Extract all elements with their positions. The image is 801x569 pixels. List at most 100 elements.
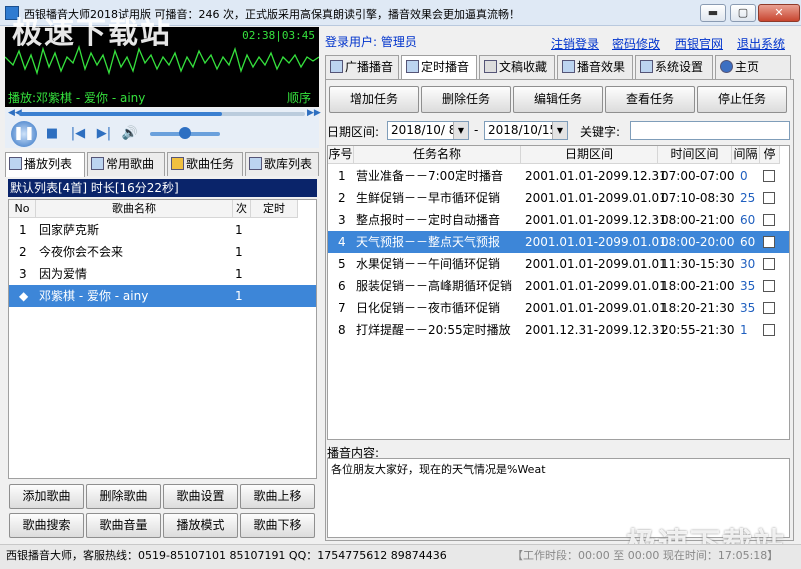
tab-scripts[interactable]: 文稿收藏 bbox=[479, 55, 555, 79]
keyword-input[interactable] bbox=[630, 121, 790, 140]
previous-button[interactable]: |◀ bbox=[67, 123, 89, 145]
task-index: 6 bbox=[338, 279, 346, 293]
date-from-picker[interactable]: 2018/10/ 8 ▼ bbox=[387, 121, 469, 140]
task-index: 7 bbox=[338, 301, 346, 315]
stop-checkbox[interactable] bbox=[763, 192, 775, 204]
tab-scheduled[interactable]: 定时播音 bbox=[401, 55, 477, 80]
task-dates: 2001.01.01-2099.01.01 bbox=[525, 257, 667, 271]
stop-checkbox[interactable] bbox=[763, 258, 775, 270]
list-item[interactable]: 3 因为爱情 1 bbox=[9, 263, 316, 285]
task-dates: 2001.01.01-2099.12.31 bbox=[525, 213, 667, 227]
song-count: 1 bbox=[235, 245, 243, 259]
chevron-down-icon[interactable]: ▼ bbox=[453, 122, 468, 139]
list-item[interactable]: ◆ 邓紫棋 - 爱你 - ainy 1 bbox=[9, 285, 316, 307]
stop-button[interactable]: ■ bbox=[41, 123, 63, 145]
column-song-name[interactable]: 歌曲名称 bbox=[36, 200, 233, 218]
table-row[interactable]: 7 日化促销－－夜市循环促销 2001.01.01-2099.01.01 18:20-… bbox=[328, 297, 789, 319]
tab-effects[interactable]: 播音效果 bbox=[557, 55, 633, 79]
column-date-range[interactable]: 日期区间 bbox=[521, 146, 658, 164]
task-interval: 1 bbox=[740, 323, 748, 337]
column-timing[interactable]: 定时 bbox=[251, 200, 298, 218]
task-index: 3 bbox=[338, 213, 346, 227]
song-index: 1 bbox=[19, 223, 27, 237]
website-link[interactable]: 西银官网 bbox=[675, 35, 723, 52]
tab-playlist[interactable]: 播放列表 bbox=[5, 152, 85, 177]
database-icon bbox=[484, 60, 497, 73]
progress-track[interactable]: ◀◀ ▶▶ bbox=[5, 108, 321, 120]
play-mode[interactable]: 顺序 bbox=[287, 89, 311, 106]
column-interval[interactable]: 间隔 bbox=[732, 146, 760, 164]
delete-song-button[interactable]: 删除歌曲 bbox=[86, 484, 161, 509]
minimize-button[interactable]: ▬ bbox=[700, 4, 726, 22]
status-contact: 西银播音大师，客服热线：0519-85107101 85107191 QQ：17… bbox=[6, 549, 447, 562]
stop-checkbox[interactable] bbox=[763, 170, 775, 182]
forward-icon[interactable]: ▶▶ bbox=[307, 108, 321, 118]
table-row[interactable]: 6 服装促销－－高峰期循环促销 2001.01.01-2099.01.01 18:00… bbox=[328, 275, 789, 297]
song-volume-button[interactable]: 歌曲音量 bbox=[86, 513, 161, 538]
column-count[interactable]: 次 bbox=[233, 200, 251, 218]
table-row[interactable]: 5 水果促销－－午间循环促销 2001.01.01-2099.01.01 11:30-… bbox=[328, 253, 789, 275]
table-row[interactable]: 4 天气预报－－整点天气预报 2001.01.01-2099.01.01 08:00-… bbox=[328, 231, 789, 253]
stop-checkbox[interactable] bbox=[763, 280, 775, 292]
table-row[interactable]: 8 打烊提醒－－20:55定时播放 2001.12.31-2099.12.31 20:… bbox=[328, 319, 789, 341]
task-times: 18:00-21:00 bbox=[661, 279, 735, 293]
task-times: 08:00-21:00 bbox=[661, 213, 735, 227]
column-task-name[interactable]: 任务名称 bbox=[354, 146, 521, 164]
task-index: 8 bbox=[338, 323, 346, 337]
logout-link[interactable]: 注销登录 bbox=[551, 35, 599, 52]
tab-common-songs[interactable]: 常用歌曲 bbox=[87, 152, 165, 176]
tab-settings[interactable]: 系统设置 bbox=[635, 55, 713, 79]
now-playing: 播放:邓紫棋 - 爱你 - ainy bbox=[8, 91, 146, 105]
move-song-down-button[interactable]: 歌曲下移 bbox=[240, 513, 315, 538]
tab-broadcast[interactable]: 广播播音 bbox=[325, 55, 399, 79]
song-index: ◆ bbox=[19, 289, 29, 303]
table-row[interactable]: 2 生鲜促销－－早市循环促销 2001.01.01-2099.01.01 07:10-… bbox=[328, 187, 789, 209]
stop-task-button[interactable]: 停止任务 bbox=[697, 86, 787, 113]
chevron-down-icon[interactable]: ▼ bbox=[552, 122, 567, 139]
task-name: 营业准备－－7:00定时播音 bbox=[356, 169, 503, 183]
tab-home[interactable]: 主页 bbox=[715, 55, 791, 79]
pause-button[interactable]: ❚❚ bbox=[11, 121, 37, 147]
stop-checkbox[interactable] bbox=[763, 324, 775, 336]
next-button[interactable]: ▶| bbox=[93, 123, 115, 145]
tab-library[interactable]: 歌库列表 bbox=[245, 152, 319, 176]
add-task-button[interactable]: 增加任务 bbox=[329, 86, 419, 113]
task-interval: 0 bbox=[740, 169, 748, 183]
move-song-up-button[interactable]: 歌曲上移 bbox=[240, 484, 315, 509]
task-dates: 2001.01.01-2099.01.01 bbox=[525, 279, 667, 293]
song-settings-button[interactable]: 歌曲设置 bbox=[163, 484, 238, 509]
column-no[interactable]: No bbox=[9, 200, 36, 218]
date-to-picker[interactable]: 2018/10/15 ▼ bbox=[484, 121, 568, 140]
search-song-button[interactable]: 歌曲搜索 bbox=[9, 513, 84, 538]
column-stop[interactable]: 停 bbox=[760, 146, 780, 164]
edit-task-button[interactable]: 编辑任务 bbox=[513, 86, 603, 113]
view-task-button[interactable]: 查看任务 bbox=[605, 86, 695, 113]
list-item[interactable]: 1 回家萨克斯 1 bbox=[9, 219, 316, 241]
table-row[interactable]: 3 整点报时－－定时自动播音 2001.01.01-2099.12.31 08:00-… bbox=[328, 209, 789, 231]
change-password-link[interactable]: 密码修改 bbox=[612, 35, 660, 52]
delete-task-button[interactable]: 删除任务 bbox=[421, 86, 511, 113]
task-dates: 2001.12.31-2099.12.31 bbox=[525, 323, 667, 337]
column-index[interactable]: 序号 bbox=[328, 146, 354, 164]
volume-icon[interactable]: 🔊 bbox=[119, 123, 141, 145]
task-name: 天气预报－－整点天气预报 bbox=[356, 235, 501, 249]
table-row[interactable]: 1 营业准备－－7:00定时播音 2001.01.01-2099.12.31 07:0… bbox=[328, 165, 789, 187]
task-table: 序号 任务名称 日期区间 时间区间 间隔 停 1 营业准备－－7:00定时播音 20… bbox=[327, 145, 790, 440]
add-song-button[interactable]: 添加歌曲 bbox=[9, 484, 84, 509]
list-item[interactable]: 2 今夜你会不会来 1 bbox=[9, 241, 316, 263]
song-name: 邓紫棋 - 爱你 - ainy bbox=[39, 289, 149, 303]
close-button[interactable]: ✕ bbox=[758, 4, 800, 22]
maximize-button[interactable]: ▢ bbox=[730, 4, 756, 22]
play-mode-button[interactable]: 播放模式 bbox=[163, 513, 238, 538]
stop-checkbox[interactable] bbox=[763, 236, 775, 248]
playlist-icon bbox=[9, 157, 22, 170]
task-dates: 2001.01.01-2099.01.01 bbox=[525, 235, 667, 249]
song-count: 1 bbox=[235, 223, 243, 237]
stop-checkbox[interactable] bbox=[763, 214, 775, 226]
stop-checkbox[interactable] bbox=[763, 302, 775, 314]
volume-knob[interactable] bbox=[179, 127, 191, 139]
column-time-range[interactable]: 时间区间 bbox=[658, 146, 732, 164]
exit-link[interactable]: 退出系统 bbox=[737, 35, 785, 52]
tab-song-tasks[interactable]: 歌曲任务 bbox=[167, 152, 243, 176]
keyword-label: 关键字: bbox=[580, 125, 621, 139]
